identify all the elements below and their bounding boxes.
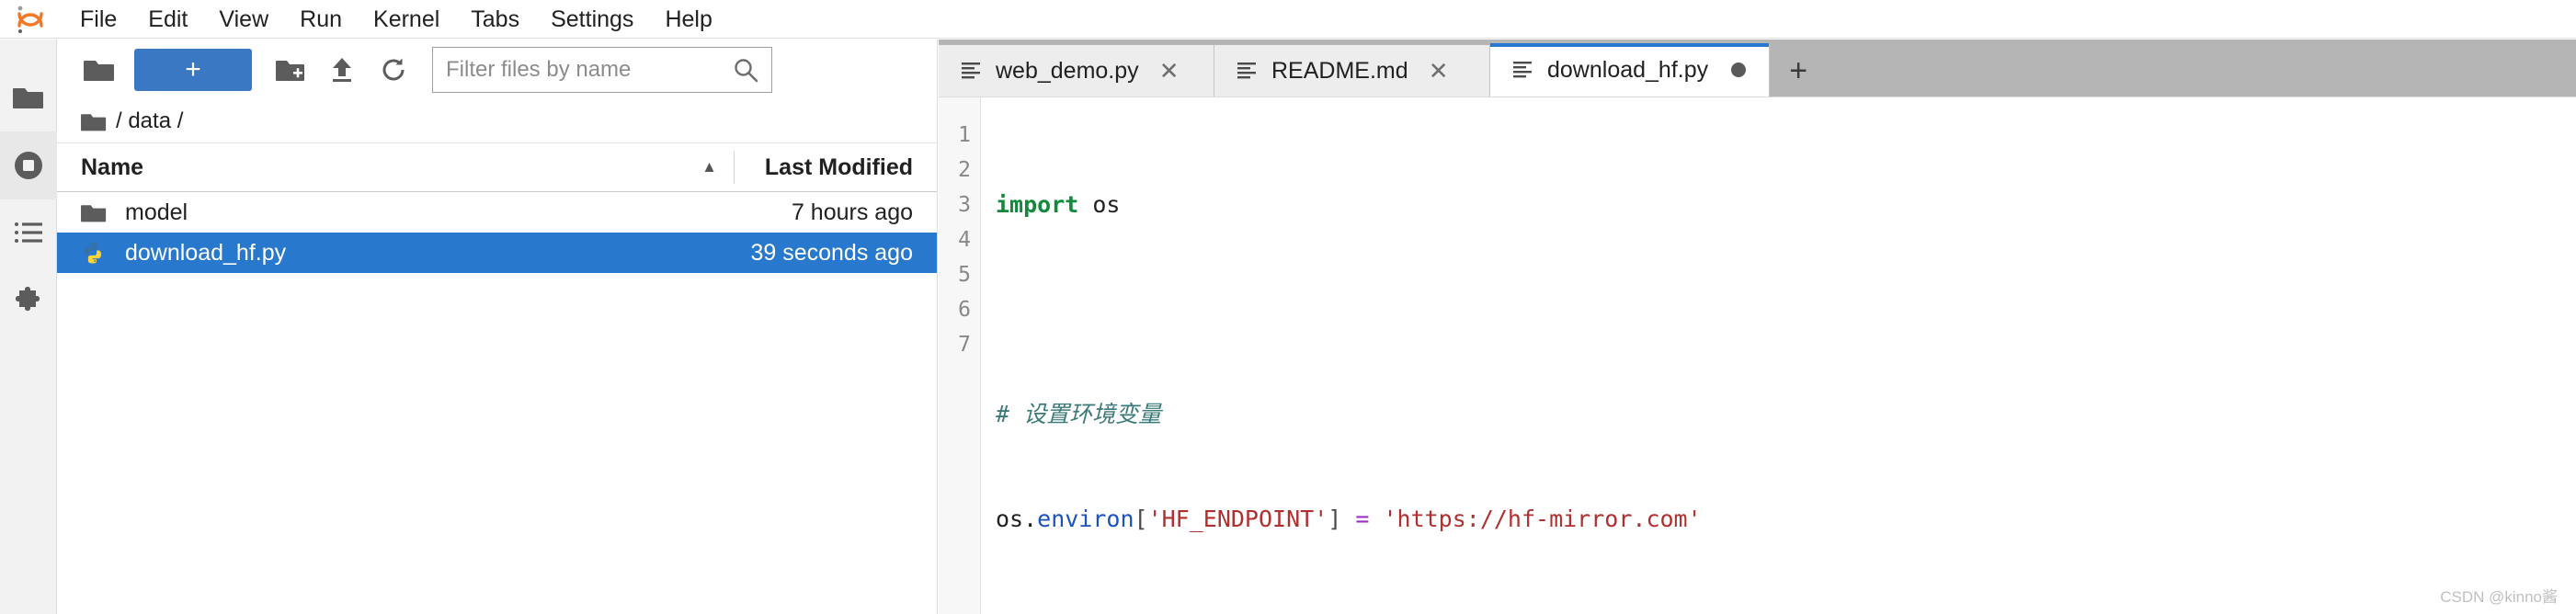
search-icon [733,57,758,83]
refresh-icon [380,56,407,84]
code-content[interactable]: import os # 设置环境变量 os.environ['HF_ENDPOI… [981,97,2576,614]
code-bracket-open: [ [1134,506,1148,532]
code-object: os. [996,506,1038,532]
tab-readme-md[interactable]: README.md ✕ [1214,45,1490,97]
code-attribute: environ [1037,506,1134,532]
tab-download-hf-py[interactable]: download_hf.py [1490,43,1771,97]
menu-bar: File Edit View Run Kernel Tabs Settings … [0,0,2576,39]
refresh-button[interactable] [368,48,419,92]
code-module: os [1078,191,1121,218]
sidebar-item-table-of-contents[interactable] [0,199,57,267]
menu-item-help[interactable]: Help [649,1,727,38]
menu-item-view[interactable]: View [203,1,284,38]
code-line-4: os.environ['HF_ENDPOINT'] = 'https://hf-… [996,502,2576,537]
folder-icon [81,111,107,132]
root-folder-button[interactable] [74,48,125,92]
new-tab-button[interactable]: + [1770,45,1827,97]
menu-item-file[interactable]: File [64,1,132,38]
code-string-value: 'https://hf-mirror.com' [1383,506,1702,532]
menu-item-tabs[interactable]: Tabs [455,1,535,38]
plus-icon: + [185,54,201,85]
line-number: 3 [958,193,971,217]
file-modified: 7 hours ago [791,199,913,225]
sidebar-item-file-browser[interactable] [0,63,57,131]
breadcrumb[interactable]: / data / [57,100,937,142]
filter-input-wrapper[interactable]: Filter files by name [432,47,772,93]
new-folder-icon [276,58,305,83]
jupyter-logo-icon [17,4,44,35]
table-row[interactable]: download_hf.py 39 seconds ago [57,233,937,273]
folder-icon [12,85,44,110]
menu-item-run[interactable]: Run [284,1,358,38]
tab-label: web_demo.py [996,57,1139,84]
text-file-icon [1235,59,1259,83]
file-name: download_hf.py [125,239,287,266]
line-number: 1 [958,123,971,147]
menu-item-kernel[interactable]: Kernel [358,1,455,38]
line-number-gutter: 1 2 3 4 5 6 7 [939,97,981,614]
activity-sidebar [0,40,57,614]
file-browser-panel: + Filter files by name / data / Name ▲ L… [57,40,938,614]
code-bracket-close: ] [1328,506,1342,532]
folder-icon [81,202,114,223]
table-row[interactable]: model 7 hours ago [57,192,937,233]
sort-ascending-icon[interactable]: ▲ [701,158,717,176]
code-keyword: import [996,191,1079,218]
dirty-dot-icon[interactable] [1708,63,1769,77]
line-number: 5 [958,263,971,287]
code-string-key: 'HF_ENDPOINT' [1147,506,1328,532]
file-name: model [125,199,188,225]
upload-icon [329,56,355,84]
editor-tab-bar: web_demo.py ✕ README.md ✕ download_hf.py… [939,40,2576,97]
code-line-3: # 设置环境变量 [996,397,2576,432]
column-header-name[interactable]: Name ▲ [81,154,734,181]
code-line-1: import os [996,188,2576,222]
tab-label: README.md [1271,57,1408,84]
close-icon[interactable]: ✕ [1139,57,1200,85]
file-list-header: Name ▲ Last Modified [57,142,937,192]
code-operator: = [1341,506,1384,532]
code-editor[interactable]: 1 2 3 4 5 6 7 import os # 设置环境变量 os.envi… [939,97,2576,614]
sidebar-item-running-terminals[interactable] [0,131,57,199]
text-file-icon [959,59,983,83]
line-number: 2 [958,158,971,182]
code-comment: # 设置环境变量 [996,401,1162,427]
new-launcher-button[interactable]: + [134,49,252,91]
puzzle-icon [14,287,43,316]
line-number: 6 [958,298,971,322]
search-input[interactable]: Filter files by name [446,57,733,83]
folder-icon [84,57,115,83]
tab-label: download_hf.py [1547,56,1709,83]
menu-item-settings[interactable]: Settings [535,1,649,38]
editor-area: web_demo.py ✕ README.md ✕ download_hf.py… [939,40,2576,614]
file-modified: 39 seconds ago [750,239,913,266]
text-file-icon [1510,58,1534,82]
close-icon[interactable]: ✕ [1408,57,1469,85]
column-header-name-label: Name [81,154,144,180]
upload-button[interactable] [316,48,368,92]
python-file-icon [81,241,114,265]
menu-item-edit[interactable]: Edit [132,1,203,38]
tab-web-demo-py[interactable]: web_demo.py ✕ [939,45,1214,97]
line-number: 4 [958,228,971,252]
sidebar-item-extension-manager[interactable] [0,267,57,335]
file-browser-toolbar: + Filter files by name [57,40,937,100]
new-folder-button[interactable] [265,48,316,92]
watermark: CSDN @kinno酱 [2440,588,2558,606]
breadcrumb-path[interactable]: / data / [116,108,183,134]
column-header-last-modified[interactable]: Last Modified [735,154,937,181]
stop-circle-icon [13,150,44,181]
jupyterlab-window: File Edit View Run Kernel Tabs Settings … [0,0,2576,614]
line-number: 7 [958,333,971,357]
list-icon [14,221,43,246]
